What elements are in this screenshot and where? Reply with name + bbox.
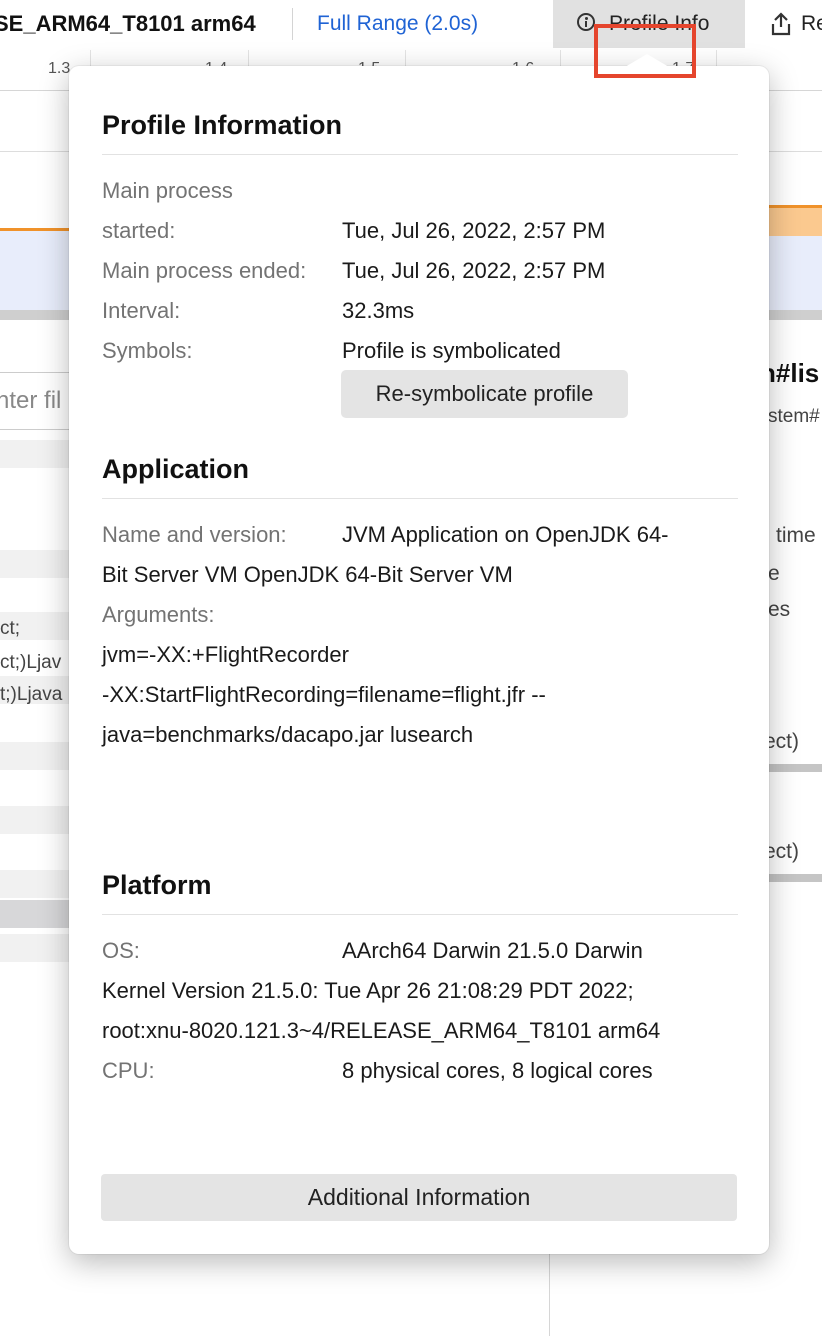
name-version-value: JVM Application on OpenJDK 64-: [342, 522, 669, 547]
table-row-selected[interactable]: [0, 900, 70, 928]
table-row[interactable]: [0, 742, 70, 770]
graph-fill: [768, 205, 822, 236]
arguments-label: Arguments:: [102, 602, 215, 627]
table-row[interactable]: [0, 550, 70, 578]
os-value: AArch64 Darwin 21.5.0 Darwin: [342, 938, 643, 963]
arguments-value-cont: -XX:StartFlightRecording=filename=flight…: [102, 682, 546, 707]
arguments-value: jvm=-XX:+FlightRecorder: [102, 642, 349, 667]
additional-information-button[interactable]: Additional Information: [101, 1174, 737, 1221]
cpu-value: 8 physical cores, 8 logical cores: [342, 1058, 653, 1083]
main-process-ended-label: Main process ended:: [102, 258, 307, 283]
cpu-label: CPU:: [102, 1058, 155, 1083]
upload-button[interactable]: Re: [770, 0, 822, 48]
name-version-value-cont: Bit Server VM OpenJDK 64-Bit Server VM: [102, 562, 513, 587]
symbols-value: Profile is symbolicated: [342, 338, 561, 363]
table-row[interactable]: [0, 934, 70, 962]
upload-label: Re: [801, 12, 822, 35]
top-toolbar: SE_ARM64_T8101 arm64 Full Range (2.0s) P…: [0, 0, 822, 51]
table-row[interactable]: [0, 806, 70, 834]
sidebar-bar: [768, 764, 822, 772]
application-heading: Application: [102, 454, 249, 484]
row-text: ct;: [0, 618, 21, 639]
sidebar-text: es: [768, 598, 791, 621]
row-text: t;)Ljava: [0, 684, 63, 705]
os-value-cont: root:xnu-8020.121.3~4/RELEASE_ARM64_T810…: [102, 1018, 661, 1043]
sidebar-bar: [768, 874, 822, 882]
main-process-ended-value: Tue, Jul 26, 2022, 2:57 PM: [342, 258, 606, 283]
symbols-label: Symbols:: [102, 338, 193, 363]
profile-name-label: SE_ARM64_T8101 arm64: [0, 11, 256, 36]
sidebar-text: time: [776, 524, 816, 547]
table-row[interactable]: [0, 870, 70, 898]
section-divider: [102, 154, 738, 155]
sidebar-subtitle: stem#: [768, 406, 820, 427]
ruler-tick-label: 1.3: [48, 60, 71, 77]
graph-line: [0, 228, 70, 231]
filter-placeholder: nter fil: [0, 387, 62, 414]
interval-value: 32.3ms: [342, 298, 415, 323]
main-process-started-label: Main process: [102, 178, 233, 203]
section-divider: [102, 498, 738, 499]
main-process-started-value: Tue, Jul 26, 2022, 2:57 PM: [342, 218, 606, 243]
name-version-label: Name and version:: [102, 522, 287, 547]
profile-info-popover: Profile Information Main process started…: [69, 54, 769, 1254]
full-range-breadcrumb[interactable]: Full Range (2.0s): [317, 12, 478, 36]
upload-icon: [771, 12, 791, 36]
main-process-started-label-cont: started:: [102, 218, 176, 243]
section-divider: [102, 914, 738, 915]
sidebar-text: e: [768, 562, 780, 585]
platform-heading: Platform: [102, 870, 212, 900]
highlight-annotation: [594, 24, 696, 78]
row-text: ct;)Ljav: [0, 652, 62, 673]
filter-input[interactable]: nter fil: [0, 372, 76, 430]
profile-information-heading: Profile Information: [102, 110, 343, 140]
os-value-cont: Kernel Version 21.5.0: Tue Apr 26 21:08:…: [102, 978, 634, 1003]
info-icon: [577, 13, 595, 31]
sidebar-text: ect): [764, 840, 800, 863]
os-label: OS:: [102, 938, 140, 963]
sidebar-text: ect): [764, 730, 800, 753]
resymbolicate-button[interactable]: Re-symbolicate profile: [341, 370, 628, 418]
table-row[interactable]: [0, 440, 70, 468]
arguments-value-cont: java=benchmarks/dacapo.jar lusearch: [102, 722, 474, 747]
interval-label: Interval:: [102, 298, 181, 323]
toolbar-divider: [292, 8, 293, 40]
